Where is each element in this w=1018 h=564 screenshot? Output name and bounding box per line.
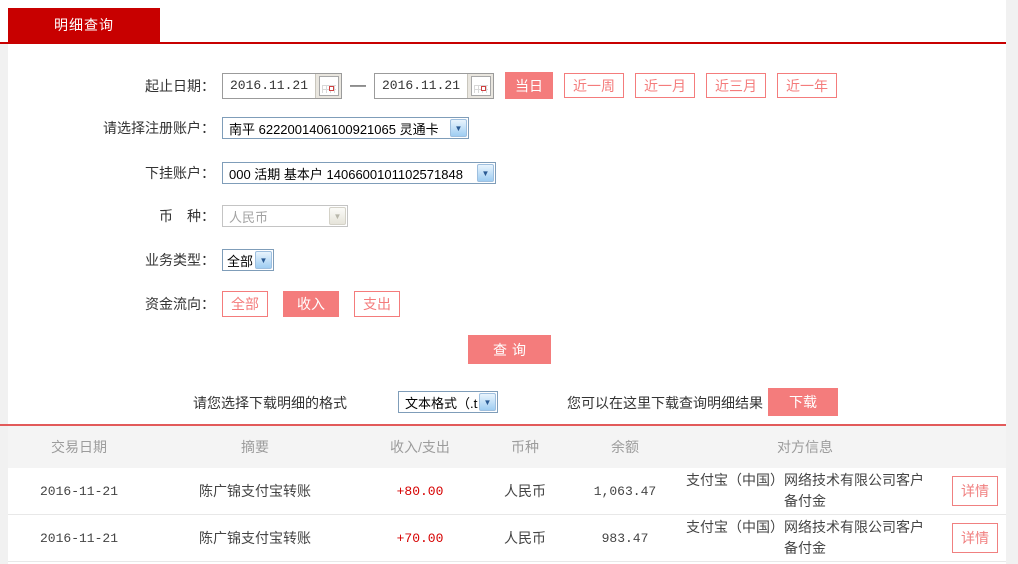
registered-account-value: 南平 6222001406100921065 灵通卡 (229, 121, 439, 137)
header-date: 交易日期 (51, 439, 107, 455)
fund-flow-row: 资金流向： 全部 收入 支出 (0, 291, 1006, 317)
header-counterparty: 对方信息 (777, 438, 833, 455)
detail-button[interactable]: 详情 (952, 476, 998, 506)
download-row: 请您选择下载明细的格式 文本格式（.txt） ▼ 您可以在这里下载查询明细结果 … (0, 388, 1006, 418)
cell-date: 2016-11-21 (39, 530, 118, 546)
business-type-label: 业务类型： (145, 252, 215, 268)
cell-summary: 陈广锦支付宝转账 (199, 530, 311, 546)
end-date-input[interactable] (375, 73, 467, 98)
end-date-field (374, 72, 494, 99)
registered-account-row: 请选择注册账户： 南平 6222001406100921065 灵通卡 ▼ (0, 117, 1006, 139)
currency-label: 币 种： (159, 208, 215, 224)
header-amount: 收入/支出 (390, 439, 450, 455)
cell-balance: 1,063.47 (593, 483, 657, 499)
table-row: 2016-11-21 陈广锦支付宝转账 +70.00 人民币 983.47 支付… (8, 515, 1006, 562)
fund-flow-income-button[interactable]: 收入 (283, 291, 339, 317)
fund-flow-all-button[interactable]: 全部 (222, 291, 268, 317)
header-balance: 余额 (611, 439, 639, 455)
results-table: 交易日期 摘要 收入/支出 币种 余额 对方信息 2016-11-21 陈广锦支… (8, 426, 1006, 562)
tab-detail-query[interactable]: 明细查询 (8, 8, 160, 42)
download-hint: 您可以在这里下载查询明细结果 (567, 395, 763, 411)
sub-account-value: 000 活期 基本户 1406600101102571848 (229, 166, 463, 182)
date-range-row: 起止日期： — 当日 近一周 近一月 近三月 近一年 (0, 72, 1006, 99)
range-year-button[interactable]: 近一年 (777, 73, 837, 98)
cell-balance: 983.47 (601, 530, 649, 546)
chevron-down-icon[interactable]: ▼ (255, 251, 272, 269)
sub-account-label: 下挂账户： (145, 165, 215, 181)
query-button[interactable]: 查询 (468, 335, 551, 364)
sub-account-select[interactable]: 000 活期 基本户 1406600101102571848 ▼ (222, 162, 496, 184)
business-type-value: 全部 (227, 253, 254, 269)
sub-account-row: 下挂账户： 000 活期 基本户 1406600101102571848 ▼ (0, 162, 1006, 184)
registered-account-label: 请选择注册账户： (103, 120, 215, 136)
download-format-label: 请您选择下载明细的格式 (193, 395, 347, 411)
header-summary: 摘要 (241, 439, 269, 455)
range-today-button[interactable]: 当日 (505, 72, 553, 99)
chevron-down-icon[interactable]: ▼ (450, 119, 467, 137)
start-date-calendar-icon[interactable] (315, 73, 341, 98)
business-type-select[interactable]: 全部 ▼ (222, 249, 274, 271)
end-date-calendar-icon[interactable] (467, 73, 493, 98)
range-month-button[interactable]: 近一月 (635, 73, 695, 98)
table-header-row: 交易日期 摘要 收入/支出 币种 余额 对方信息 (8, 426, 1006, 468)
detail-button[interactable]: 详情 (952, 523, 998, 553)
cell-currency: 人民币 (504, 530, 546, 546)
registered-account-select[interactable]: 南平 6222001406100921065 灵通卡 ▼ (222, 117, 469, 139)
start-date-field (222, 72, 342, 99)
chevron-down-icon: ▼ (329, 207, 346, 225)
start-date-input[interactable] (223, 73, 315, 98)
detail-query-page: 明细查询 起止日期： — 当日 近一周 近一月 近三月 近一年 请选择注册账户：… (0, 0, 1018, 564)
tab-underline (0, 42, 1006, 44)
range-three-months-button[interactable]: 近三月 (706, 73, 766, 98)
cell-currency: 人民币 (504, 483, 546, 499)
currency-select: 人民币 ▼ (222, 205, 348, 227)
business-type-row: 业务类型： 全部 ▼ (0, 249, 1006, 271)
cell-counterparty: 支付宝（中国）网络技术有限公司客户备付金 (686, 472, 924, 509)
download-button[interactable]: 下载 (768, 388, 838, 416)
download-format-value: 文本格式（.txt） (405, 395, 478, 411)
table-row: 2016-11-21 陈广锦支付宝转账 +80.00 人民币 1,063.47 … (8, 468, 1006, 515)
date-range-separator: — (350, 76, 366, 94)
header-currency: 币种 (511, 439, 539, 455)
fund-flow-expense-button[interactable]: 支出 (354, 291, 400, 317)
fund-flow-label: 资金流向： (145, 296, 215, 312)
cell-date: 2016-11-21 (39, 483, 118, 499)
currency-row: 币 种： 人民币 ▼ (0, 205, 1006, 227)
currency-value: 人民币 (229, 209, 269, 225)
cell-amount: +70.00 (396, 530, 444, 546)
chevron-down-icon[interactable]: ▼ (477, 164, 494, 182)
chevron-down-icon[interactable]: ▼ (479, 393, 496, 411)
range-week-button[interactable]: 近一周 (564, 73, 624, 98)
cell-summary: 陈广锦支付宝转账 (199, 483, 311, 499)
cell-counterparty: 支付宝（中国）网络技术有限公司客户备付金 (686, 519, 924, 556)
date-range-label: 起止日期： (145, 77, 215, 94)
cell-amount: +80.00 (396, 483, 444, 499)
download-format-select[interactable]: 文本格式（.txt） ▼ (398, 391, 498, 413)
